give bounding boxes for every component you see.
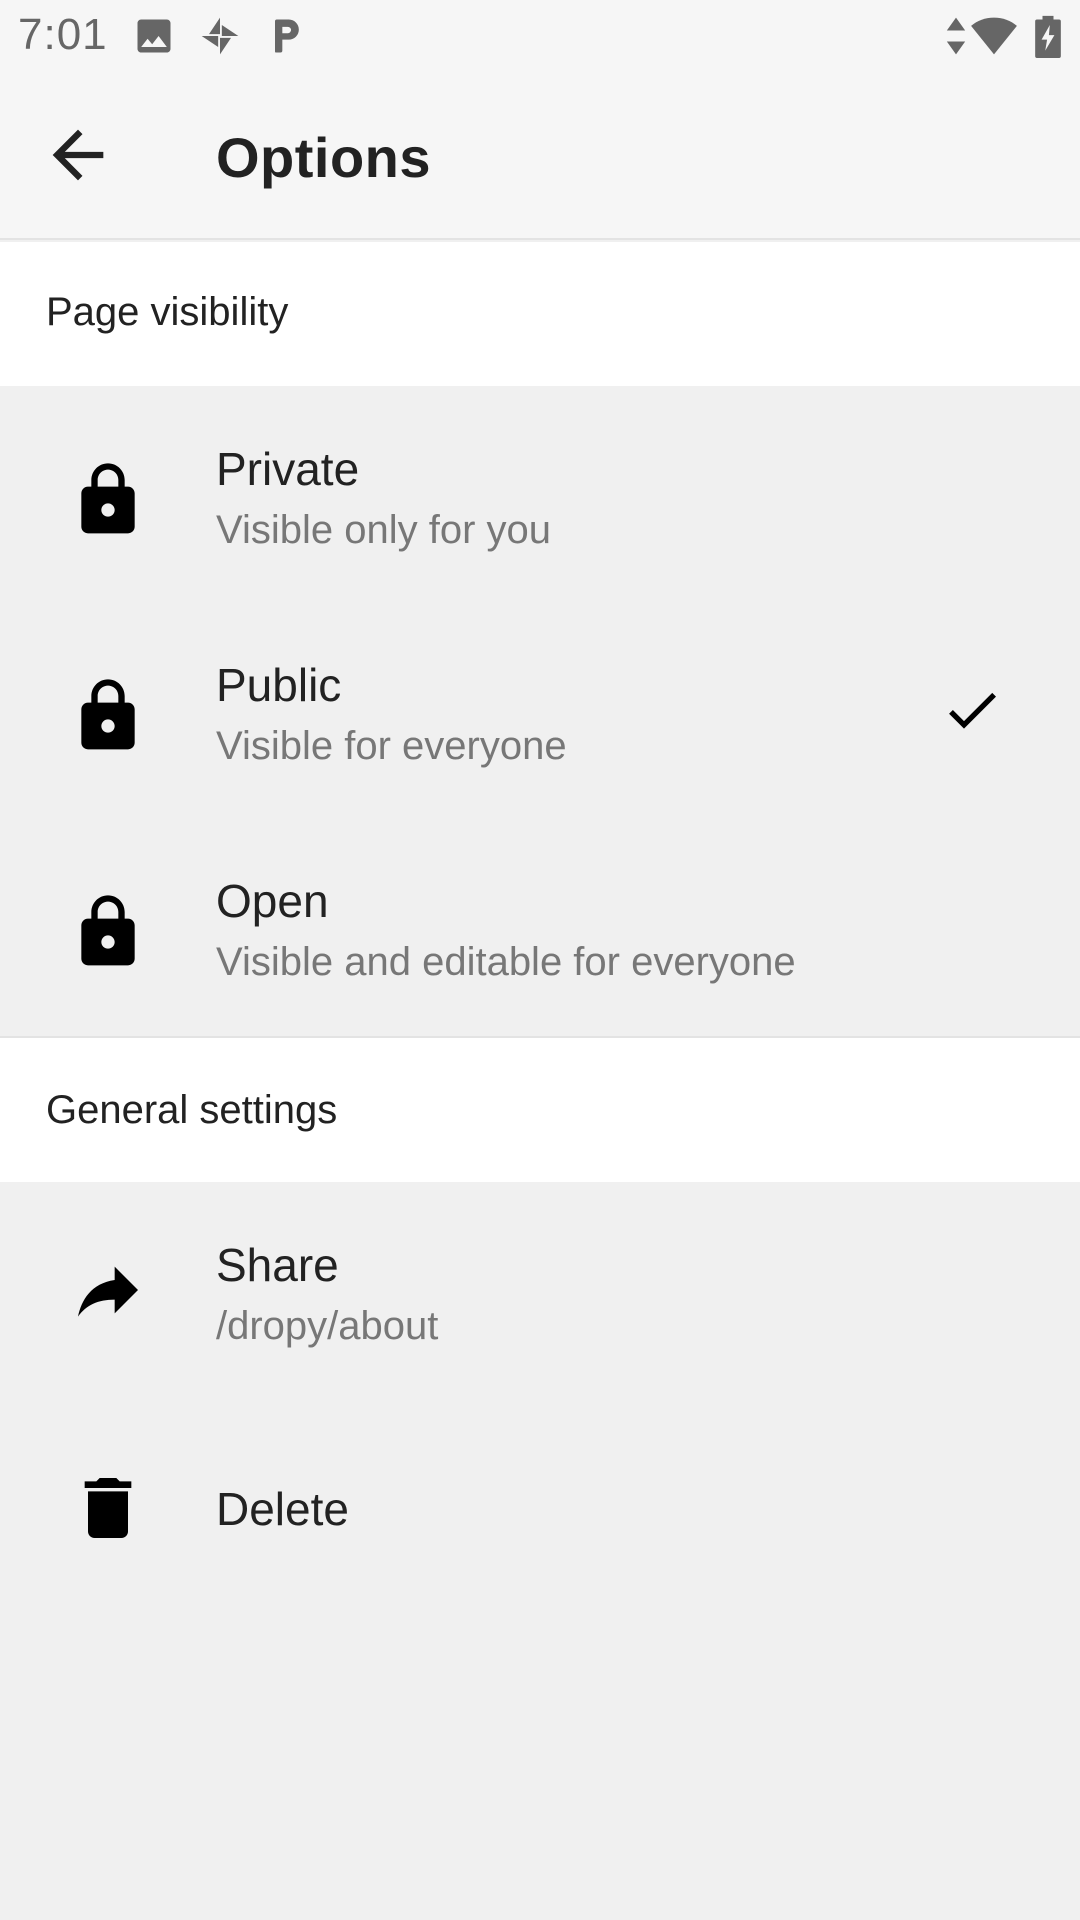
visibility-option-open[interactable]: Open Visible and editable for everyone [0, 818, 1080, 1034]
section-header-general: General settings [0, 1036, 1080, 1182]
pinwheel-icon [198, 14, 242, 58]
item-subtitle: /dropy/about [216, 1304, 439, 1348]
lock-icon [68, 460, 148, 540]
status-time: 7:01 [18, 10, 108, 59]
wifi-icon [968, 14, 1020, 58]
share-icon [68, 1250, 148, 1330]
delete-icon [68, 1468, 148, 1548]
check-icon [940, 678, 1004, 742]
item-subtitle: Visible only for you [216, 508, 551, 552]
back-button[interactable] [40, 117, 116, 193]
section-header-label: General settings [46, 1088, 338, 1132]
item-title: Delete [216, 1483, 349, 1535]
delete-item[interactable]: Delete [0, 1398, 1080, 1614]
item-title: Public [216, 659, 342, 711]
section-header-label: Page visibility [46, 290, 289, 334]
battery-charging-icon [1034, 14, 1062, 58]
item-title: Private [216, 443, 360, 495]
item-title: Share [216, 1239, 339, 1291]
status-bar: 7:01 [0, 0, 1080, 72]
arrow-back-icon [52, 129, 104, 181]
image-icon [132, 14, 176, 58]
section-header-visibility: Page visibility [0, 242, 1080, 386]
item-subtitle: Visible for everyone [216, 724, 567, 768]
share-item[interactable]: Share /dropy/about [0, 1182, 1080, 1398]
p-app-icon [264, 14, 308, 58]
item-title: Open [216, 875, 329, 927]
page-title: Options [216, 126, 432, 189]
visibility-option-public[interactable]: Public Visible for everyone [0, 602, 1080, 818]
options-screen: 7:01 Options Page visibility Private Vis… [0, 0, 1080, 1920]
visibility-option-private[interactable]: Private Visible only for you [0, 386, 1080, 602]
item-subtitle: Visible and editable for everyone [216, 940, 796, 984]
lock-icon [68, 892, 148, 972]
lock-icon [68, 676, 148, 756]
app-bar: Options [0, 72, 1080, 240]
